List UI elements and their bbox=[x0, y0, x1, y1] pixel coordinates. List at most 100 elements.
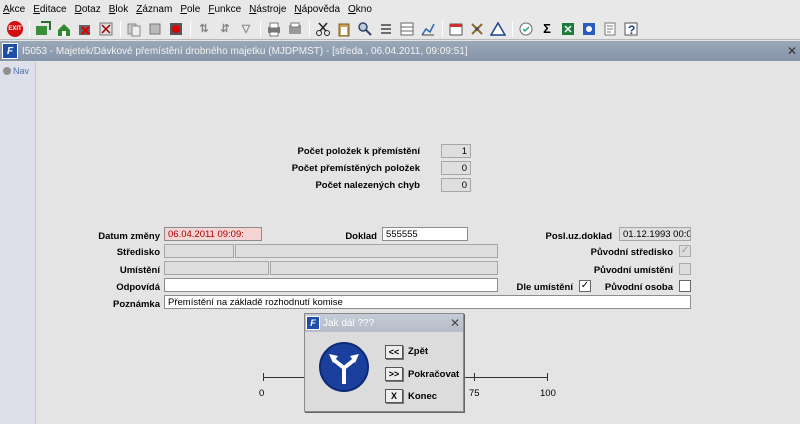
sort-desc-button[interactable]: ⇵ bbox=[216, 20, 234, 38]
menu-mnemonic: E bbox=[33, 3, 40, 15]
dialog-title-bar: F Jak dál ??? ✕ bbox=[305, 314, 463, 332]
sort-asc-button[interactable]: ⇅ bbox=[195, 20, 213, 38]
help-button[interactable]: ? bbox=[622, 20, 640, 38]
app-icon: F bbox=[2, 43, 18, 59]
duplicate-button[interactable] bbox=[146, 20, 164, 38]
menu-item[interactable]: Akce bbox=[3, 4, 25, 15]
last-doc-label: Posl.uz.doklad bbox=[545, 231, 612, 242]
export-icon bbox=[289, 22, 301, 34]
window-title-bar: F I5053 - Majetek/Dávkové přemístění dro… bbox=[0, 41, 800, 61]
remove-record-button[interactable] bbox=[167, 20, 185, 38]
menu-item[interactable]: Dotaz bbox=[75, 4, 101, 15]
delete-button[interactable] bbox=[76, 20, 94, 38]
menu-item[interactable]: Editace bbox=[33, 4, 66, 15]
menu-item[interactable]: Okno bbox=[348, 4, 372, 15]
orig-location-checkbox[interactable] bbox=[679, 263, 691, 275]
menu-label: kce bbox=[9, 3, 26, 15]
orig-person-checkbox[interactable] bbox=[679, 280, 691, 292]
toolbar-separator bbox=[190, 20, 191, 37]
moved-items-field: 0 bbox=[441, 161, 471, 175]
copy-button[interactable] bbox=[125, 20, 143, 38]
back-button[interactable]: << bbox=[385, 345, 403, 359]
orig-center-checkbox[interactable]: ✓ bbox=[679, 245, 691, 257]
sigma-icon: Σ bbox=[543, 21, 551, 36]
location-name-field bbox=[270, 261, 498, 275]
list-button[interactable] bbox=[377, 20, 395, 38]
document-icon bbox=[604, 22, 616, 35]
change-date-field[interactable]: 06.04.2011 09:09: bbox=[164, 227, 262, 241]
save-icon bbox=[36, 20, 51, 35]
menu-label: unkce bbox=[214, 3, 242, 15]
dialog-title: Jak dál ??? bbox=[323, 317, 375, 329]
grid-button[interactable] bbox=[398, 20, 416, 38]
warning-button[interactable] bbox=[489, 20, 507, 38]
menu-item[interactable]: Záznam bbox=[136, 4, 172, 15]
menu-item[interactable]: Blok bbox=[109, 4, 128, 15]
menu-item[interactable]: Pole bbox=[180, 4, 200, 15]
by-location-label: Dle umístění bbox=[516, 282, 574, 293]
menu-item[interactable]: Nápověda bbox=[294, 4, 340, 15]
app-icon: F bbox=[306, 316, 320, 330]
calendar-icon bbox=[449, 23, 463, 35]
menu-mnemonic: D bbox=[74, 3, 82, 15]
end-button[interactable]: X bbox=[385, 389, 403, 403]
scale-tick bbox=[474, 373, 475, 381]
chart-button[interactable] bbox=[419, 20, 437, 38]
toolbar-separator bbox=[120, 20, 121, 37]
cut-button[interactable] bbox=[314, 20, 332, 38]
doklad-field[interactable]: 555555 bbox=[382, 227, 468, 241]
toolbar-separator bbox=[442, 20, 443, 37]
remove-record-icon bbox=[170, 22, 182, 35]
word-icon bbox=[583, 22, 595, 35]
excel-button[interactable] bbox=[559, 20, 577, 38]
change-date-label: Datum změny bbox=[98, 231, 160, 242]
find-button[interactable] bbox=[356, 20, 374, 38]
export-button[interactable] bbox=[286, 20, 304, 38]
exit-icon: EXIT bbox=[7, 20, 23, 37]
menu-item[interactable]: Funkce bbox=[208, 4, 241, 15]
calendar-button[interactable] bbox=[447, 20, 465, 38]
properties-button[interactable] bbox=[517, 20, 535, 38]
commit-button[interactable] bbox=[55, 20, 73, 38]
clear-button[interactable] bbox=[97, 20, 115, 38]
by-location-checkbox[interactable]: ✓ bbox=[579, 280, 591, 292]
orig-center-label: Původní středisko bbox=[590, 247, 673, 258]
help-icon: ? bbox=[624, 22, 638, 37]
window-close-button[interactable]: ✕ bbox=[784, 44, 800, 58]
print-button[interactable] bbox=[265, 20, 283, 38]
center-name-field bbox=[235, 244, 498, 258]
list-icon bbox=[381, 23, 391, 34]
exit-button[interactable]: EXIT bbox=[6, 20, 24, 38]
toolbar-separator bbox=[512, 20, 513, 37]
menu-mnemonic: A bbox=[3, 3, 10, 15]
location-code-field bbox=[164, 261, 269, 275]
last-doc-field: 01.12.1993 00:00: bbox=[619, 227, 691, 241]
clear-icon bbox=[99, 22, 113, 35]
word-button[interactable] bbox=[580, 20, 598, 38]
paste-button[interactable] bbox=[335, 20, 353, 38]
note-field[interactable]: Přemístění na základě rozhodnutí komise bbox=[164, 295, 691, 309]
document-button[interactable] bbox=[601, 20, 619, 38]
sum-button[interactable]: Σ bbox=[538, 20, 556, 38]
items-to-move-field: 1 bbox=[441, 144, 471, 158]
tools-button[interactable] bbox=[468, 20, 486, 38]
print-icon bbox=[268, 22, 280, 36]
menu-label: ástroje bbox=[256, 3, 287, 15]
dialog-close-button[interactable]: ✕ bbox=[447, 316, 463, 330]
menu-item[interactable]: Nástroje bbox=[249, 4, 286, 15]
navigation-panel: Nav bbox=[0, 62, 36, 424]
errors-found-field: 0 bbox=[441, 178, 471, 192]
menu-mnemonic: O bbox=[348, 3, 356, 15]
menu-label: kno bbox=[355, 3, 372, 15]
sort-desc-icon: ⇵ bbox=[220, 23, 230, 35]
save-button[interactable] bbox=[34, 20, 52, 38]
copy-icon bbox=[127, 23, 141, 36]
scale-label-75: 75 bbox=[469, 388, 480, 399]
toolbar-separator bbox=[29, 20, 30, 37]
responsible-field[interactable] bbox=[164, 278, 498, 292]
menu-label: ditace bbox=[39, 3, 67, 15]
continue-button[interactable]: >> bbox=[385, 367, 403, 381]
svg-text:?: ? bbox=[628, 23, 635, 37]
nav-item[interactable]: Nav bbox=[0, 62, 35, 80]
filter-button[interactable]: ▽ bbox=[237, 20, 255, 38]
